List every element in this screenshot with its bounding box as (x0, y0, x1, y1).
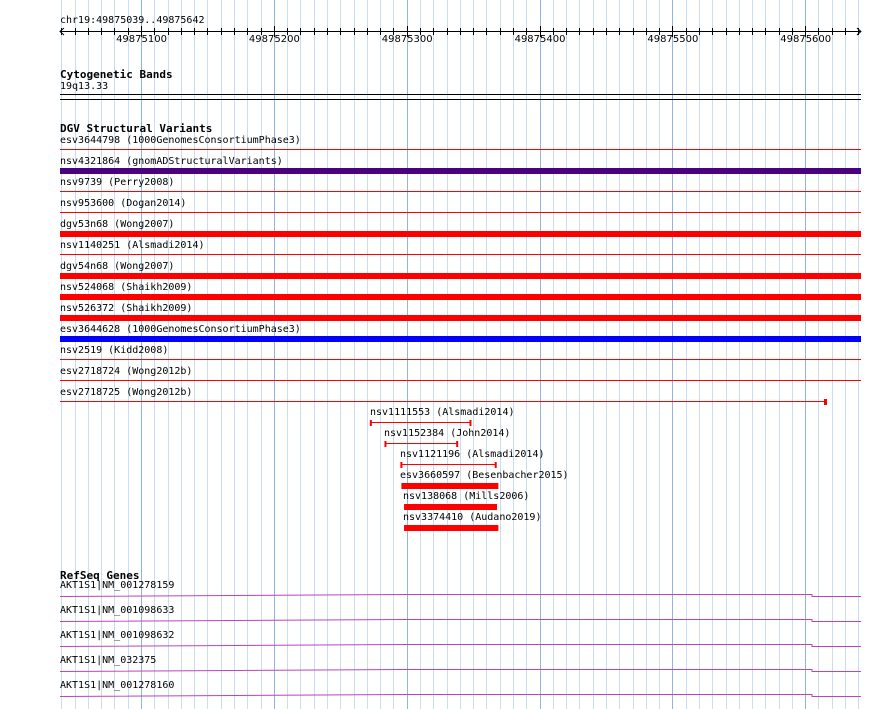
dgv-variant-end-cap[interactable] (824, 399, 827, 405)
dgv-variant-label: nsv2519 (Kidd2008) (60, 345, 169, 356)
refseq-transcript-label: AKT1S1|NM_001098633 (60, 605, 175, 616)
cytoband-label: 19q13.33 (60, 81, 109, 92)
ruler-tick-label: 49875200 (248, 34, 300, 45)
dgv-feature-label: nsv138068 (Mills2006) (403, 491, 530, 502)
dgv-variant-label: nsv953600 (Dogan2014) (60, 198, 187, 209)
dgv-variant-bar[interactable] (60, 273, 861, 279)
dgv-variant-label: nsv1140251 (Alsmadi2014) (60, 240, 205, 251)
dgv-variant-label: esv2718725 (Wong2012b) (60, 387, 193, 398)
cytoband-track-title[interactable]: Cytogenetic Bands (60, 68, 173, 81)
refseq-transcript-label: AKT1S1|NM_001098632 (60, 630, 175, 641)
dgv-variant-bar[interactable] (60, 231, 861, 237)
dgv-feature-label: esv3660597 (Besenbacher2015) (400, 470, 569, 481)
ruler-tick-label: 49875600 (780, 34, 832, 45)
dgv-variant-bar[interactable] (60, 168, 861, 174)
ruler-tick-label: 49875400 (514, 34, 566, 45)
dgv-feature-bar[interactable] (404, 525, 499, 531)
dgv-feature-label: nsv1111553 (Alsmadi2014) (370, 407, 515, 418)
dgv-feature-end-cap[interactable] (469, 420, 472, 426)
refseq-transcript-label: AKT1S1|NM_001278160 (60, 680, 175, 691)
refseq-transcript-label: AKT1S1|NM_032375 (60, 655, 157, 666)
dgv-variant-label: nsv9739 (Perry2008) (60, 177, 175, 188)
dgv-variant-bar[interactable] (60, 315, 861, 321)
dgv-feature-bar[interactable] (401, 483, 499, 489)
dgv-variant-label: esv3644798 (1000GenomesConsortiumPhase3) (60, 135, 301, 146)
dgv-feature-bar[interactable] (404, 504, 498, 510)
ruler-tick-label: 49875300 (381, 34, 433, 45)
dgv-feature-label: nsv1152384 (John2014) (384, 428, 511, 439)
ruler-tick-label: 49875100 (116, 34, 167, 45)
dgv-variant-label: nsv526372 (Shaikh2009) (60, 303, 193, 314)
dgv-feature-label: nsv1121196 (Alsmadi2014) (400, 449, 545, 460)
dgv-track-title[interactable]: DGV Structural Variants (60, 122, 212, 135)
dgv-variant-label: esv3644628 (1000GenomesConsortiumPhase3) (60, 324, 301, 335)
dgv-feature-start-cap[interactable] (369, 420, 372, 426)
region-coordinates: chr19:49875039..49875642 (60, 15, 205, 26)
dgv-variant-bar[interactable] (60, 336, 861, 342)
dgv-variant-label: dgv54n68 (Wong2007) (60, 261, 175, 272)
ruler-tick-label: 49875500 (647, 34, 699, 45)
dgv-variant-label: nsv4321864 (gnomADStructuralVariants) (60, 156, 283, 167)
dgv-variant-label: esv2718724 (Wong2012b) (60, 366, 193, 377)
dgv-variant-bar[interactable] (60, 294, 861, 300)
dgv-feature-label: nsv3374410 (Audano2019) (403, 512, 542, 523)
refseq-transcript-label: AKT1S1|NM_001278159 (60, 580, 175, 591)
dgv-variant-label: nsv524068 (Shaikh2009) (60, 282, 193, 293)
dgv-variant-label: dgv53n68 (Wong2007) (60, 219, 175, 230)
dgv-feature-start-cap[interactable] (400, 462, 403, 468)
dgv-feature-end-cap[interactable] (456, 441, 459, 447)
dgv-feature-end-cap[interactable] (494, 462, 497, 468)
dgv-feature-start-cap[interactable] (384, 441, 387, 447)
